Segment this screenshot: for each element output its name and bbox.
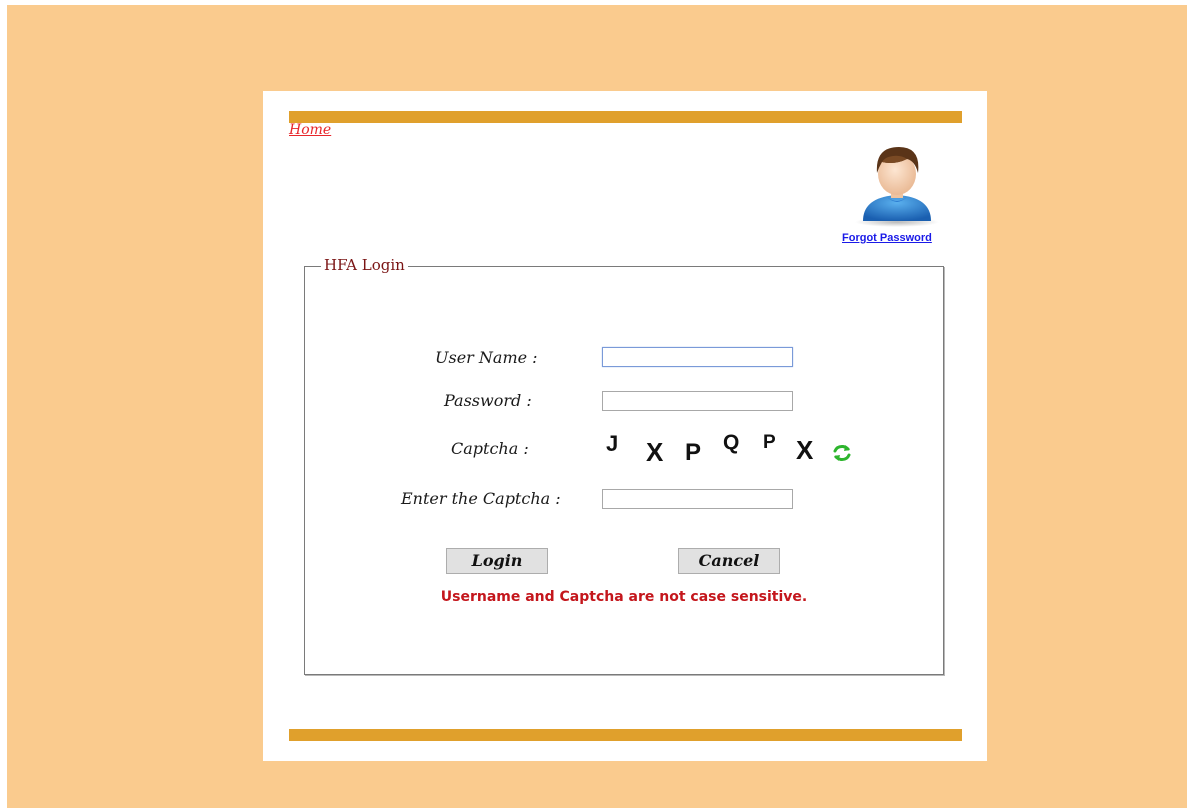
login-panel: Home Forgot Password HFA Login User Name… (263, 91, 987, 761)
top-accent-bar (289, 111, 962, 123)
captcha-char: X (796, 435, 814, 465)
captcha-char: J (606, 431, 619, 456)
username-label: User Name : (435, 348, 538, 367)
username-input[interactable] (602, 347, 793, 367)
password-label: Password : (444, 391, 532, 410)
refresh-captcha-icon[interactable] (832, 444, 852, 462)
bottom-accent-bar (289, 729, 962, 741)
captcha-char: P (763, 432, 776, 453)
captcha-char: X (646, 437, 664, 467)
page-background: Home Forgot Password HFA Login User Name… (7, 5, 1187, 808)
captcha-char: Q (723, 431, 740, 454)
captcha-input[interactable] (602, 489, 793, 509)
enter-captcha-label: Enter the Captcha : (401, 489, 561, 508)
captcha-char: P (685, 439, 702, 466)
password-input[interactable] (602, 391, 793, 411)
fieldset-legend: HFA Login (321, 254, 408, 276)
cancel-button[interactable]: Cancel (678, 548, 780, 574)
home-link[interactable]: Home (289, 122, 331, 138)
hfa-login-fieldset: HFA Login User Name : Password : Captcha… (304, 254, 944, 675)
captcha-label: Captcha : (451, 439, 529, 458)
login-button[interactable]: Login (446, 548, 548, 574)
captcha-image: J X P Q P X (606, 431, 866, 471)
user-avatar-icon (855, 147, 939, 227)
forgot-password-link[interactable]: Forgot Password (842, 232, 932, 244)
case-sensitivity-note: Username and Captcha are not case sensit… (440, 589, 808, 605)
